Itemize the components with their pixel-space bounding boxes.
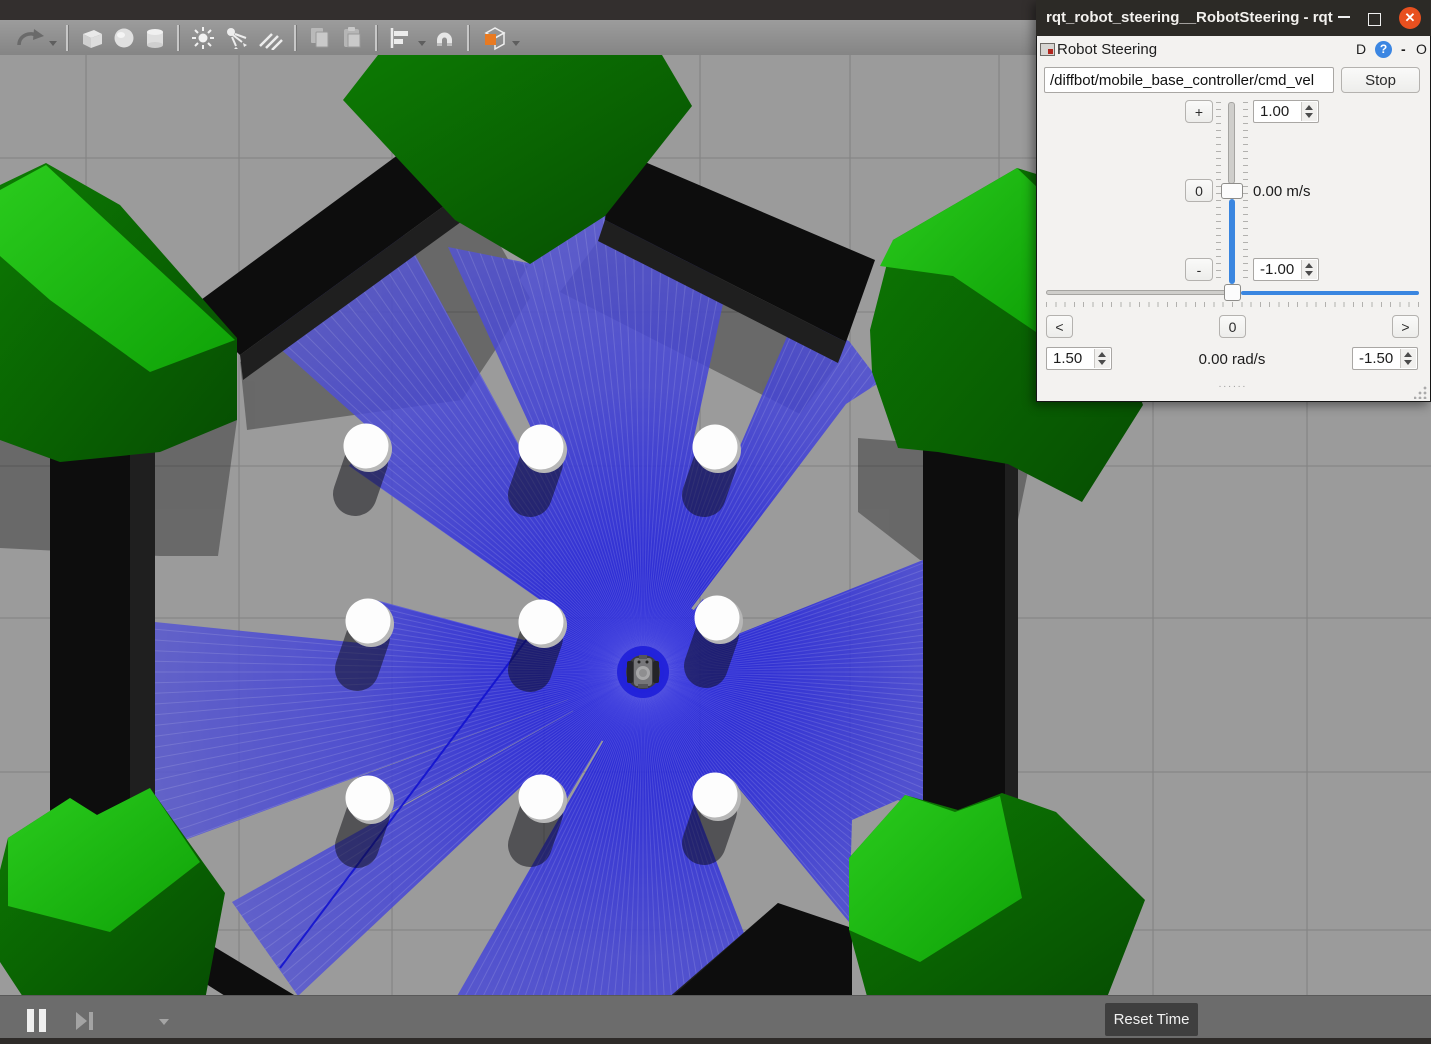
paste-icon[interactable] <box>339 25 365 51</box>
angular-min-spinbox[interactable]: -1.50 <box>1352 347 1418 370</box>
toolbar-separator <box>177 25 180 51</box>
linear-plus-button[interactable]: + <box>1185 100 1213 123</box>
spinbox-arrows-icon[interactable] <box>1301 260 1317 279</box>
caret-icon[interactable] <box>512 41 520 46</box>
angular-max-value: 1.50 <box>1053 350 1082 367</box>
topic-input[interactable] <box>1044 67 1334 93</box>
angular-right-button[interactable]: > <box>1392 315 1419 338</box>
dock-button[interactable]: D <box>1356 41 1366 57</box>
pause-icon[interactable] <box>39 1009 46 1032</box>
toolbar-separator <box>294 25 297 51</box>
plugin-title: Robot Steering <box>1057 41 1157 58</box>
redo-icon[interactable] <box>15 25 45 51</box>
splitter-handle[interactable]: ...... <box>1216 379 1250 390</box>
pointlight-icon[interactable] <box>190 25 216 51</box>
angular-velocity-readout: 0.00 rad/s <box>1197 351 1267 368</box>
stop-button[interactable]: Stop <box>1341 67 1420 93</box>
align-icon[interactable] <box>388 25 414 51</box>
toolbar-separator <box>375 25 378 51</box>
dirlight-icon[interactable] <box>256 25 284 51</box>
magnet-icon[interactable] <box>431 25 457 51</box>
caret-icon[interactable] <box>418 41 426 46</box>
spotlight-icon[interactable] <box>222 25 250 51</box>
step-icon[interactable] <box>75 1010 95 1037</box>
angular-slider-handle[interactable] <box>1224 284 1241 301</box>
spinbox-arrows-icon[interactable] <box>1301 102 1317 121</box>
linear-max-spinbox[interactable]: 1.00 <box>1253 100 1319 123</box>
diffbot-robot <box>626 655 660 689</box>
pause-icon[interactable] <box>27 1009 34 1032</box>
linear-velocity-readout: 0.00 m/s <box>1253 183 1311 200</box>
panel-minimize-button[interactable]: - <box>1401 41 1406 57</box>
window-bottom-edge <box>0 1038 1431 1044</box>
angular-slider-track[interactable] <box>1046 290 1226 295</box>
angular-zero-button[interactable]: 0 <box>1219 315 1246 338</box>
close-icon[interactable]: ✕ <box>1399 7 1421 29</box>
linear-slider-handle[interactable] <box>1221 183 1243 199</box>
box-icon[interactable] <box>79 25 105 51</box>
linear-min-value: -1.00 <box>1260 261 1294 278</box>
help-icon[interactable]: ? <box>1375 41 1392 58</box>
linear-slider-track[interactable] <box>1228 102 1235 184</box>
angular-slider-ticks <box>1046 302 1419 307</box>
caret-icon[interactable] <box>49 41 57 46</box>
gazebo-status-bar <box>0 995 1431 1044</box>
toolbar-separator <box>467 25 470 51</box>
angular-left-button[interactable]: < <box>1046 315 1073 338</box>
linear-minus-button[interactable]: - <box>1185 258 1213 281</box>
linear-slider-fill <box>1229 199 1235 284</box>
linear-min-spinbox[interactable]: -1.00 <box>1253 258 1319 281</box>
linear-slider-ticks-right <box>1243 102 1248 284</box>
spinbox-arrows-icon[interactable] <box>1094 349 1110 368</box>
viewcube-icon[interactable] <box>480 25 508 51</box>
angular-slider-fill <box>1241 291 1419 295</box>
sphere-icon[interactable] <box>111 25 137 51</box>
spinbox-arrows-icon[interactable] <box>1400 349 1416 368</box>
toolbar-separator <box>66 25 69 51</box>
reset-time-button[interactable]: Reset Time <box>1105 1003 1198 1036</box>
panel-close-button[interactable]: O <box>1416 41 1427 57</box>
robot-steering-plugin-icon <box>1040 43 1055 56</box>
angular-min-value: -1.50 <box>1359 350 1393 367</box>
resize-grip-icon[interactable] <box>1414 386 1427 399</box>
minimize-icon[interactable] <box>1338 16 1350 18</box>
linear-max-value: 1.00 <box>1260 103 1289 120</box>
angular-max-spinbox[interactable]: 1.50 <box>1046 347 1112 370</box>
chevron-down-icon[interactable] <box>159 1019 169 1025</box>
maximize-icon[interactable] <box>1368 13 1381 26</box>
copy-icon[interactable] <box>307 25 333 51</box>
linear-zero-button[interactable]: 0 <box>1185 179 1213 202</box>
cylinder-icon[interactable] <box>143 25 167 51</box>
